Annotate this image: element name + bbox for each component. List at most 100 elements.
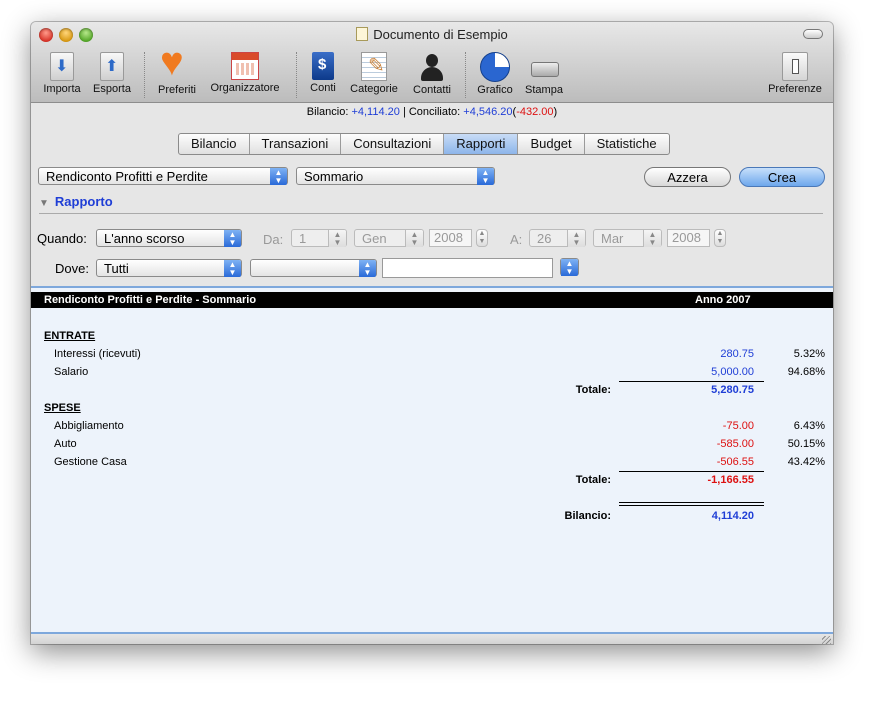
to-year-field[interactable]: 2008	[667, 229, 710, 247]
reset-button[interactable]: Azzera	[644, 167, 731, 187]
toolbar-toggle-button[interactable]	[803, 29, 823, 39]
create-button[interactable]: Crea	[739, 167, 825, 187]
status-separator: |	[402, 106, 406, 118]
expense-row-amount: -585.00	[716, 438, 754, 450]
disclosure-triangle-icon[interactable]: ▼	[39, 198, 49, 209]
expense-row-pct: 43.42%	[787, 456, 825, 468]
document-icon	[356, 27, 369, 41]
tab-rapporti[interactable]: Rapporti	[444, 134, 519, 154]
where-label: Dove:	[55, 261, 89, 276]
select-arrows-icon: ▲ ▼	[477, 168, 494, 185]
from-month-select[interactable]: Gen ▲ ▼	[354, 229, 424, 247]
balance-label: Bilancio:	[306, 106, 349, 118]
print-button[interactable]: Stampa	[521, 52, 567, 96]
categories-notepad-icon	[361, 52, 387, 81]
report-type-select[interactable]: Rendiconto Profitti e Perdite ▲ ▼	[38, 167, 288, 185]
to-day-value: 26	[537, 231, 552, 246]
report-area: Rendiconto Profitti e Perdite - Sommario…	[31, 286, 833, 634]
chart-button[interactable]: Grafico	[473, 52, 517, 96]
select-arrows-icon: ▲ ▼	[224, 230, 241, 247]
section-divider	[39, 213, 823, 214]
expense-row-name: Auto	[54, 438, 77, 450]
import-icon	[50, 52, 74, 81]
export-icon	[100, 52, 124, 81]
favorites-button[interactable]: Preferiti	[153, 40, 201, 96]
expenses-total-label: Totale:	[575, 474, 611, 486]
where-select[interactable]: Tutti ▲ ▼	[96, 259, 242, 277]
expense-row-amount: -75.00	[722, 420, 754, 432]
report-type-value: Rendiconto Profitti e Perdite	[46, 169, 208, 184]
where-options-select[interactable]: ▲ ▼	[560, 258, 579, 276]
income-total-value: 5,280.75	[711, 384, 754, 396]
tab-budget[interactable]: Budget	[518, 134, 585, 154]
where-value: Tutti	[104, 261, 129, 276]
select-arrows-icon: ▲ ▼	[328, 230, 346, 247]
from-month-value: Gen	[362, 231, 387, 246]
report-section-header[interactable]: ▼ Rapporto	[39, 194, 113, 209]
reconciled-label: Conciliato:	[408, 106, 461, 118]
accounts-book-icon	[312, 52, 334, 80]
report-title: Rendiconto Profitti e Perdite - Sommario	[44, 294, 257, 306]
main-window: Documento di Esempio Importa Esporta Pre…	[31, 22, 833, 644]
tab-bar: Bilancio Transazioni Consultazioni Rappo…	[178, 133, 670, 155]
from-year-field[interactable]: 2008	[429, 229, 472, 247]
tab-consultazioni[interactable]: Consultazioni	[341, 134, 445, 154]
from-day-select[interactable]: 1 ▲ ▼	[291, 229, 347, 247]
section-title: Rapporto	[54, 194, 113, 209]
select-arrows-icon: ▲ ▼	[567, 230, 585, 247]
expenses-section-title: SPESE	[44, 402, 81, 414]
reconciled-value: +4,546.20	[463, 106, 513, 118]
when-select[interactable]: L'anno scorso ▲ ▼	[96, 229, 242, 247]
income-row-name: Interessi (ricevuti)	[54, 348, 141, 360]
select-arrows-icon: ▲ ▼	[561, 259, 578, 276]
report-header-bar: Rendiconto Profitti e Perdite - Sommario…	[31, 292, 833, 308]
total-rule-bottom	[619, 505, 764, 506]
where-text-field[interactable]	[382, 258, 553, 278]
tab-bilancio[interactable]: Bilancio	[179, 134, 250, 154]
balance-value: +4,114.20	[351, 106, 400, 118]
toolbar-separator	[144, 52, 145, 98]
paren-close: )	[553, 106, 558, 118]
tab-statistiche[interactable]: Statistiche	[585, 134, 669, 154]
expense-row-pct: 6.43%	[793, 420, 825, 432]
report-style-select[interactable]: Sommario ▲ ▼	[296, 167, 495, 185]
toolbar-separator	[465, 52, 466, 98]
person-icon	[417, 52, 447, 82]
window-title: Documento di Esempio	[31, 27, 833, 42]
balance-total-value: 4,114.20	[711, 510, 754, 522]
total-rule-top	[619, 502, 764, 503]
expense-row-amount: -506.55	[716, 456, 754, 468]
report-period: Anno 2007	[695, 294, 751, 306]
balance-status: Bilancio: +4,114.20 | Conciliato: +4,546…	[31, 106, 833, 118]
income-row-pct: 5.32%	[793, 348, 825, 360]
income-row-pct: 94.68%	[787, 366, 825, 378]
organizer-button[interactable]: Organizzatore	[205, 52, 285, 94]
resize-grip-icon[interactable]	[822, 636, 831, 644]
pie-chart-icon	[480, 52, 510, 82]
from-year-stepper[interactable]: ▲ ▼	[476, 229, 488, 247]
to-month-value: Mar	[601, 231, 624, 246]
import-button[interactable]: Importa	[39, 52, 85, 95]
to-month-select[interactable]: Mar ▲ ▼	[593, 229, 662, 247]
subtotal-rule	[619, 381, 764, 382]
where-second-select[interactable]: ▲ ▼	[250, 259, 377, 277]
categories-button[interactable]: Categorie	[345, 52, 403, 95]
select-arrows-icon: ▲ ▼	[359, 260, 376, 277]
toolbar-separator	[296, 52, 297, 98]
when-label: Quando:	[37, 231, 87, 246]
income-row-amount: 5,000.00	[711, 366, 754, 378]
to-year-stepper[interactable]: ▲ ▼	[714, 229, 726, 247]
select-arrows-icon: ▲ ▼	[405, 230, 423, 247]
accounts-button[interactable]: Conti	[305, 52, 341, 94]
to-label: A:	[510, 232, 523, 247]
income-row-amount: 280.75	[720, 348, 754, 360]
to-day-select[interactable]: 26 ▲ ▼	[529, 229, 586, 247]
expense-row-pct: 50.15%	[787, 438, 825, 450]
bottom-bar	[31, 632, 833, 644]
export-button[interactable]: Esporta	[89, 52, 135, 95]
tab-transazioni[interactable]: Transazioni	[250, 134, 342, 154]
printer-icon	[529, 52, 559, 82]
contacts-button[interactable]: Contatti	[407, 52, 457, 96]
preferences-button[interactable]: Preferenze	[763, 52, 827, 95]
select-arrows-icon: ▲ ▼	[643, 230, 661, 247]
